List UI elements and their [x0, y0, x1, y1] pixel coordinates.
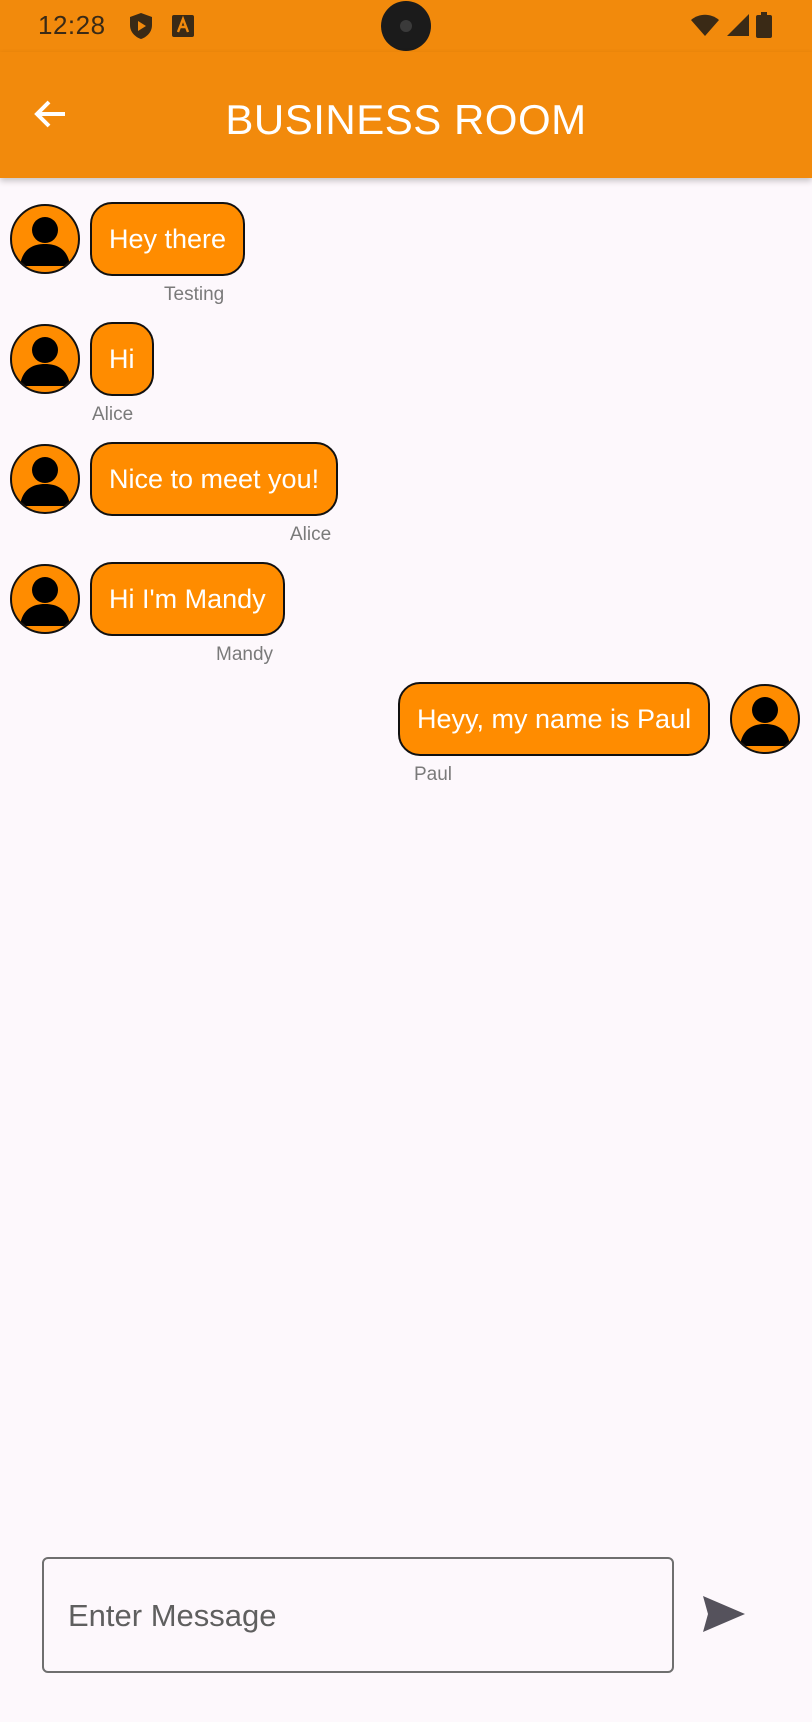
front-camera	[381, 1, 431, 51]
person-icon	[740, 697, 790, 746]
send-icon	[702, 1595, 746, 1638]
wifi-icon	[690, 13, 720, 42]
person-icon	[20, 217, 70, 266]
status-left-icons	[128, 12, 194, 45]
cellular-signal-icon	[726, 13, 750, 42]
send-button[interactable]	[696, 1590, 752, 1642]
message-item: Heyy, my name is Paul Paul	[0, 682, 812, 785]
battery-icon	[756, 12, 772, 43]
message-sender: Alice	[92, 404, 134, 425]
avatar[interactable]	[10, 204, 80, 274]
message-bubble[interactable]: Heyy, my name is Paul	[398, 682, 711, 756]
person-icon	[20, 457, 70, 506]
message-item: Hey there Testing	[0, 202, 812, 305]
message-sender: Paul	[414, 764, 453, 785]
avatar[interactable]	[730, 684, 800, 754]
message-sender: Alice	[290, 524, 332, 545]
status-bar: 12:28	[0, 0, 812, 52]
message-bubble[interactable]: Hi I'm Mandy	[90, 562, 285, 636]
avatar[interactable]	[10, 444, 80, 514]
message-bubble[interactable]: Hi	[90, 322, 154, 396]
person-icon	[20, 337, 70, 386]
message-input[interactable]	[66, 1559, 660, 1673]
page-title: BUSINESS ROOM	[225, 96, 587, 143]
message-input-container	[42, 1557, 674, 1673]
app-bar: BUSINESS ROOM	[0, 52, 812, 178]
message-item: Nice to meet you! Alice	[0, 442, 812, 545]
shield-play-icon	[128, 12, 154, 45]
status-time: 12:28	[38, 10, 106, 40]
message-bubble[interactable]: Hey there	[90, 202, 246, 276]
message-sender: Testing	[164, 284, 225, 305]
avatar[interactable]	[10, 564, 80, 634]
status-right-icons	[690, 12, 772, 43]
message-item: Hi Alice	[0, 322, 812, 425]
font-a-icon	[172, 15, 194, 42]
message-sender: Mandy	[216, 644, 274, 665]
message-bubble[interactable]: Nice to meet you!	[90, 442, 339, 516]
message-item: Hi I'm Mandy Mandy	[0, 562, 812, 665]
avatar[interactable]	[10, 324, 80, 394]
person-icon	[20, 577, 70, 626]
